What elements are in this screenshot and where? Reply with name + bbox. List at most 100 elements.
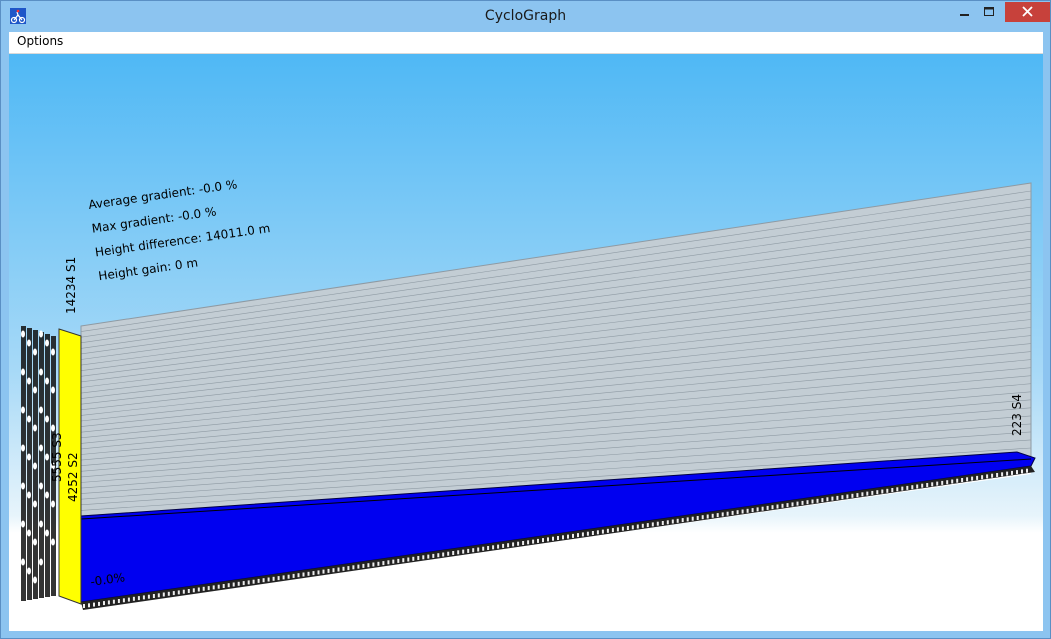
distance-tick	[297, 573, 300, 578]
distance-tick	[172, 591, 175, 596]
distance-tick	[756, 507, 759, 512]
height-axis-glyph	[39, 330, 43, 338]
distance-tick	[971, 476, 974, 481]
distance-tick	[152, 594, 155, 598]
distance-tick	[512, 542, 515, 547]
height-axis-glyph	[51, 348, 55, 356]
title-bar[interactable]: CycloGraph	[1, 1, 1050, 32]
height-axis-glyph	[27, 377, 31, 385]
distance-tick	[831, 496, 834, 501]
distance-tick	[681, 518, 684, 523]
distance-tick	[906, 485, 909, 490]
distance-tick	[567, 534, 569, 539]
distance-tick	[282, 575, 285, 580]
distance-tick	[816, 498, 819, 503]
distance-tick	[382, 561, 385, 566]
distance-tick	[352, 565, 355, 570]
distance-tick	[996, 473, 999, 477]
height-axis-glyph	[33, 386, 37, 394]
distance-tick	[666, 520, 669, 525]
distance-tick	[596, 530, 599, 535]
distance-tick	[606, 528, 609, 533]
distance-tick	[981, 475, 984, 480]
distance-tick	[327, 568, 330, 573]
distance-tick	[656, 521, 659, 526]
distance-tick	[417, 556, 420, 560]
distance-tick	[891, 488, 894, 492]
distance-tick	[676, 518, 679, 523]
distance-tick	[956, 478, 959, 483]
close-button[interactable]	[1005, 2, 1050, 22]
distance-tick	[726, 511, 729, 516]
height-axis-glyph	[21, 368, 25, 376]
distance-tick	[641, 523, 644, 528]
distance-tick	[941, 480, 944, 485]
height-axis-glyph	[51, 424, 55, 432]
distance-tick	[866, 491, 869, 496]
height-axis-glyph	[21, 482, 25, 490]
distance-tick	[801, 500, 804, 505]
distance-tick	[946, 480, 949, 485]
distance-tick	[157, 593, 160, 598]
distance-tick	[951, 479, 954, 484]
distance-tick	[457, 550, 460, 555]
distance-tick	[207, 586, 210, 591]
distance-tick	[292, 573, 295, 578]
distance-tick	[706, 514, 709, 519]
height-axis-glyph	[45, 415, 49, 423]
height-axis-glyph	[33, 538, 37, 546]
distance-tick	[901, 486, 904, 491]
menu-bar: Options	[9, 32, 1043, 54]
distance-tick	[1001, 472, 1004, 477]
distance-tick	[796, 501, 799, 506]
distance-tick	[936, 481, 939, 486]
distance-tick	[731, 510, 734, 515]
height-axis-label-column	[27, 328, 32, 600]
distance-tick	[202, 586, 205, 591]
distance-tick	[502, 543, 505, 548]
distance-tick	[177, 590, 180, 595]
distance-tick	[1026, 468, 1028, 473]
height-axis-glyph	[21, 444, 25, 452]
distance-tick	[98, 601, 100, 606]
height-axis-glyph	[21, 520, 25, 528]
height-axis-glyph	[51, 538, 55, 546]
distance-tick	[167, 591, 170, 596]
distance-tick	[527, 540, 530, 545]
height-axis-glyph	[39, 406, 43, 414]
distance-tick	[147, 594, 150, 599]
distance-tick	[287, 574, 290, 579]
height-axis-glyph	[39, 520, 43, 528]
distance-tick	[616, 527, 619, 532]
height-axis-glyph	[33, 424, 37, 432]
distance-tick	[397, 558, 400, 563]
menu-options[interactable]: Options	[17, 34, 63, 48]
height-axis-glyph	[21, 330, 25, 338]
height-axis-glyph	[39, 558, 43, 566]
distance-tick	[162, 592, 165, 597]
distance-tick	[1021, 469, 1023, 474]
distance-tick	[472, 548, 475, 553]
distance-tick	[452, 551, 455, 555]
distance-tick	[112, 599, 115, 604]
height-axis-glyph	[27, 567, 31, 575]
height-axis-glyph	[21, 406, 25, 414]
distance-tick	[851, 493, 854, 498]
minimize-button[interactable]	[951, 2, 977, 22]
distance-tick	[257, 578, 260, 583]
distance-tick	[272, 576, 275, 581]
maximize-button[interactable]	[977, 2, 1001, 22]
distance-tick	[387, 560, 390, 565]
distance-tick	[846, 494, 849, 499]
distance-tick	[916, 484, 919, 489]
distance-tick	[462, 549, 465, 554]
distance-tick	[781, 503, 784, 508]
distance-tick	[811, 499, 814, 504]
distance-tick	[562, 535, 564, 540]
distance-tick	[427, 554, 430, 559]
distance-tick	[487, 546, 490, 550]
distance-tick	[232, 582, 235, 587]
distance-tick	[237, 581, 240, 586]
distance-tick	[222, 584, 225, 588]
distance-tick	[507, 543, 510, 548]
